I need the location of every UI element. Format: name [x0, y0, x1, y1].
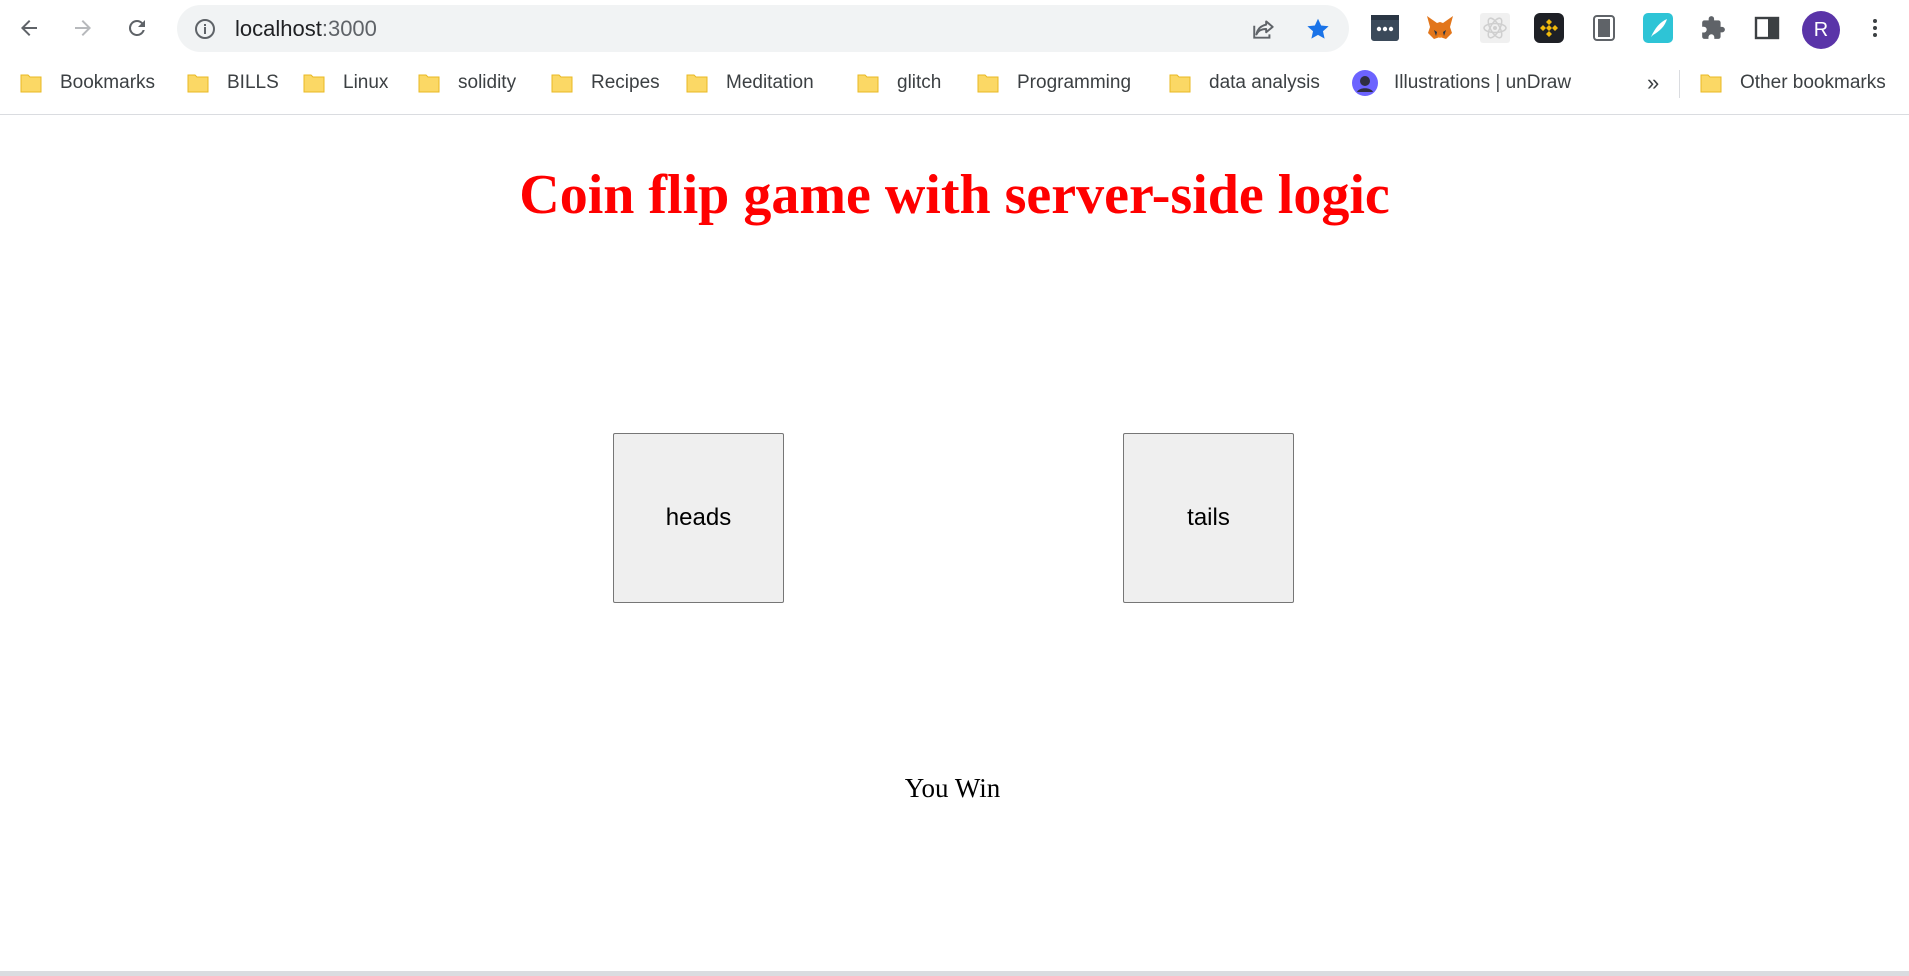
- bookmarks-separator: [1679, 70, 1680, 98]
- folder-icon: [1169, 74, 1191, 93]
- folder-icon: [857, 74, 879, 93]
- puzzle-extensions-icon[interactable]: [1698, 13, 1728, 43]
- bookmark-label: Other bookmarks: [1740, 72, 1886, 93]
- bookmark-solidity[interactable]: solidity: [418, 64, 516, 102]
- password-manager-icon[interactable]: [1370, 13, 1400, 43]
- bookmark-label: Programming: [1017, 72, 1132, 93]
- bookmark-label: Bookmarks: [60, 72, 156, 93]
- chevron-double-right-icon: »: [1647, 70, 1660, 95]
- side-panel-icon[interactable]: [1752, 13, 1782, 43]
- metamask-fox-icon[interactable]: [1425, 13, 1455, 43]
- folder-icon: [187, 74, 209, 93]
- bookmark-meditation[interactable]: Meditation: [686, 64, 814, 102]
- folder-icon: [1700, 74, 1722, 93]
- more-vertical-icon: [1873, 19, 1877, 37]
- bookmark-bookmarks[interactable]: Bookmarks: [20, 64, 155, 102]
- chrome-divider: [0, 114, 1909, 115]
- forward-button[interactable]: [65, 10, 101, 46]
- folder-icon: [551, 74, 573, 93]
- bookmark-bills[interactable]: BILLS: [187, 64, 279, 102]
- folder-icon: [20, 74, 42, 93]
- page-title: Coin flip game with server-side logic: [519, 164, 1390, 226]
- bookmarks-overflow-button[interactable]: »: [1647, 64, 1659, 102]
- feather-extension-icon[interactable]: [1643, 13, 1673, 43]
- undraw-favicon-icon: [1352, 70, 1378, 96]
- tails-button[interactable]: tails: [1123, 433, 1294, 603]
- binance-wallet-icon[interactable]: [1534, 13, 1564, 43]
- browser-menu-button[interactable]: [1857, 10, 1893, 46]
- bookmark-data-analysis[interactable]: data analysis: [1169, 64, 1320, 102]
- bookmark-label: data analysis: [1209, 72, 1320, 93]
- back-button[interactable]: [11, 10, 47, 46]
- arrow-left-icon: [21, 20, 37, 36]
- folder-icon: [303, 74, 325, 93]
- share-icon[interactable]: [1251, 16, 1277, 42]
- bookmark-label: glitch: [897, 72, 942, 93]
- bookmark-label: Recipes: [591, 72, 660, 93]
- bookmark-star-icon[interactable]: [1305, 16, 1331, 42]
- bookmark-programming[interactable]: Programming: [977, 64, 1131, 102]
- reload-icon: [128, 19, 145, 36]
- bookmark-label: solidity: [458, 72, 517, 93]
- folder-icon: [686, 74, 708, 93]
- bookmark-label: Linux: [343, 72, 389, 93]
- url-host: localhost: [235, 16, 322, 41]
- react-devtools-icon[interactable]: [1480, 13, 1510, 43]
- profile-avatar[interactable]: R: [1802, 11, 1840, 49]
- folder-icon: [977, 74, 999, 93]
- url-text[interactable]: localhost:3000: [235, 17, 377, 41]
- folder-icon: [418, 74, 440, 93]
- bookmark-label: Illustrations | unDraw: [1394, 72, 1572, 93]
- bookmark-label: BILLS: [227, 72, 279, 93]
- window-bottom-border: [0, 971, 1909, 976]
- bookmark-linux[interactable]: Linux: [303, 64, 388, 102]
- avatar-letter: R: [1813, 18, 1829, 41]
- arrow-right-icon: [75, 20, 91, 36]
- browser-toolbar: localhost:3000 R: [0, 0, 1909, 56]
- bookmark-glitch[interactable]: glitch: [857, 64, 941, 102]
- address-bar[interactable]: localhost:3000: [177, 5, 1349, 52]
- bookmark-recipes[interactable]: Recipes: [551, 64, 660, 102]
- url-port: :3000: [321, 16, 377, 41]
- bookmark-other-bookmarks[interactable]: Other bookmarks: [1700, 64, 1886, 102]
- site-info-icon[interactable]: [193, 17, 217, 41]
- bookmark-label: Meditation: [726, 72, 814, 93]
- bookmark-illustrations-undraw[interactable]: Illustrations | unDraw: [1352, 64, 1571, 102]
- device-toolbar-icon[interactable]: [1589, 13, 1619, 43]
- bookmarks-bar: Bookmarks BILLS Linux solidity Recipes M…: [0, 64, 1909, 102]
- reload-button[interactable]: [119, 10, 155, 46]
- result-text: You Win: [904, 773, 1001, 803]
- heads-button[interactable]: heads: [613, 433, 784, 603]
